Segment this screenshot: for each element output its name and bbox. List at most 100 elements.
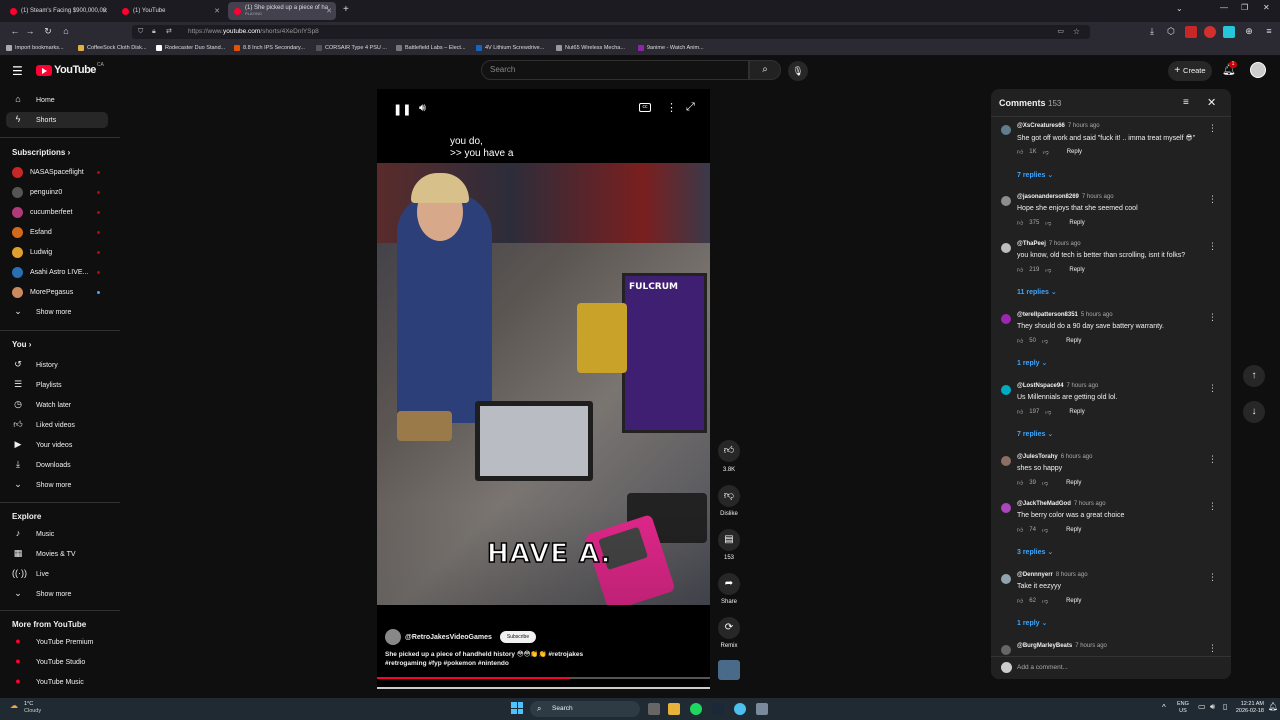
audio-track-thumbnail[interactable] (718, 660, 740, 680)
notification-center-icon[interactable]: 🔔︎ (1268, 702, 1278, 711)
close-icon[interactable]: ✕ (1207, 96, 1216, 109)
reply-button[interactable]: Reply (1066, 338, 1081, 344)
channel-avatar[interactable] (385, 629, 401, 645)
extensions-icon[interactable]: ⬡ (1165, 26, 1177, 37)
thumbs-down-icon[interactable]: 👎︎ (1045, 266, 1051, 274)
reply-button[interactable]: Reply (1067, 149, 1082, 155)
sidebar-item-liked-videos[interactable]: 👍︎ Liked videos (6, 417, 108, 433)
extension-icon[interactable]: ⊕ (1243, 26, 1255, 37)
pause-icon[interactable]: ❚❚ (393, 103, 411, 116)
sort-icon[interactable]: ≡ (1183, 97, 1189, 108)
more-options-icon[interactable]: ⋮ (666, 101, 677, 114)
browser-tab[interactable]: (1) Steam's Facing $900,000,00 ✕ (4, 2, 112, 20)
thumbs-up-icon[interactable]: 👍︎ (1017, 597, 1023, 605)
commenter-avatar[interactable] (1001, 196, 1011, 206)
thumbs-up-icon[interactable]: 👍︎ (1017, 479, 1023, 487)
thumbs-up-icon[interactable]: 👍︎ (1017, 337, 1023, 345)
reply-button[interactable]: Reply (1066, 480, 1081, 486)
fullscreen-icon[interactable]: ⤢ (686, 101, 695, 114)
view-replies-button[interactable]: 7 replies ⌄ (1017, 430, 1053, 438)
menu-icon[interactable]: ≡ (1263, 26, 1275, 36)
tray-chevron-icon[interactable]: ^ (1162, 703, 1166, 712)
reply-button[interactable]: Reply (1066, 527, 1081, 533)
weather-widget[interactable]: 1°C Cloudy (24, 701, 41, 715)
youtube-logo[interactable]: YouTube CA (36, 62, 104, 76)
sidebar-item-downloads[interactable]: ⤓ Downloads (6, 457, 108, 473)
reload-icon[interactable]: ↻ (42, 26, 54, 37)
sidebar-item-home[interactable]: ⌂ Home (6, 92, 108, 108)
forward-icon[interactable]: → (24, 26, 36, 36)
sidebar-item-live[interactable]: ((·)) Live (6, 566, 108, 582)
clock[interactable]: 12:21 AM 2026-02-18 (1232, 701, 1264, 715)
thumbs-up-icon[interactable]: 👍︎ (1017, 266, 1023, 274)
sidebar-item-youtube-studio[interactable]: ● YouTube Studio (6, 654, 108, 670)
sidebar-item-subscription[interactable]: Asahi Astro LIVE... (6, 264, 108, 280)
home-icon[interactable]: ⌂ (60, 26, 72, 36)
like-button[interactable]: 👍︎ (718, 440, 740, 462)
comment-author[interactable]: @XsCreatures66 7 hours ago (1017, 123, 1100, 129)
voice-search-button[interactable]: 🎙︎ (788, 61, 808, 81)
bookmark-item[interactable]: CORSAIR Type 4 PSU ... (316, 45, 387, 51)
comment-more-icon[interactable]: ⋮ (1208, 572, 1217, 583)
video-frame[interactable]: FULCRUM HAVE A. (377, 163, 710, 605)
thumbs-down-icon[interactable]: 👎︎ (1045, 219, 1051, 227)
comment-author[interactable]: @BurgMarleyBeats 7 hours ago (1017, 643, 1107, 649)
sidebar-item-your-videos[interactable]: ▶ Your videos (6, 437, 108, 453)
view-replies-button[interactable]: 1 reply ⌄ (1017, 619, 1047, 627)
view-replies-button[interactable]: 7 replies ⌄ (1017, 171, 1053, 179)
search-button[interactable]: ⌕ (749, 60, 781, 80)
sidebar-item-subscription[interactable]: NASASpaceflight (6, 164, 108, 180)
channel-name[interactable]: @RetroJakesVideoGames (405, 634, 492, 641)
close-tab-icon[interactable]: ✕ (214, 7, 220, 15)
sidebar-item-subscription[interactable]: Esfand (6, 224, 108, 240)
previous-short-button[interactable]: ↑ (1243, 365, 1265, 387)
avatar[interactable] (1250, 62, 1266, 78)
view-replies-button[interactable]: 11 replies ⌄ (1017, 288, 1057, 296)
extension-icon[interactable] (1185, 26, 1197, 38)
browser-tab-active[interactable]: (1) She picked up a piece of ha PLAYING ✕ (228, 2, 336, 20)
bookmark-star-icon[interactable]: ☆ (1073, 25, 1080, 39)
comment-author[interactable]: @LostNspace94 7 hours ago (1017, 383, 1098, 389)
comment-more-icon[interactable]: ⋮ (1208, 383, 1217, 394)
show-more-button[interactable]: ⌄ Show more (6, 304, 108, 320)
comment-author[interactable]: @JackTheMadGod 7 hours ago (1017, 501, 1106, 507)
comment-more-icon[interactable]: ⋮ (1208, 643, 1217, 654)
new-tab-icon[interactable]: + (343, 4, 349, 15)
view-replies-button[interactable]: 3 replies ⌄ (1017, 548, 1053, 556)
extension-icon[interactable] (1204, 26, 1216, 38)
start-windows-icon[interactable] (511, 702, 523, 714)
commenter-avatar[interactable] (1001, 243, 1011, 253)
show-more-button[interactable]: ⌄ Show more (6, 477, 108, 493)
taskbar-search[interactable]: ⌕ Search (530, 701, 640, 717)
thumbs-down-icon[interactable]: 👎︎ (1042, 337, 1048, 345)
file-explorer-icon[interactable] (668, 703, 680, 715)
share-button[interactable]: ➦ (718, 573, 740, 595)
remix-button[interactable]: ⟳ (718, 617, 740, 639)
comment-more-icon[interactable]: ⋮ (1208, 123, 1217, 134)
reply-button[interactable]: Reply (1069, 267, 1084, 273)
close-tab-icon[interactable]: ✕ (102, 7, 108, 15)
sidebar-item-playlists[interactable]: ☰ Playlists (6, 377, 108, 393)
bookmark-item[interactable]: Nut65 Wireless Mecha... (556, 45, 625, 51)
dislike-button[interactable]: 👎︎ (718, 485, 740, 507)
next-short-button[interactable]: ↓ (1243, 401, 1265, 423)
sidebar-item-subscription[interactable]: cucumberfeet (6, 204, 108, 220)
volume-icon[interactable]: 🔊︎ (419, 102, 426, 115)
downloads-icon[interactable]: ⤓ (1146, 26, 1158, 37)
minimize-icon[interactable]: — (1220, 3, 1228, 12)
bookmark-item[interactable]: 9anime - Watch Anim... (638, 45, 704, 51)
browser-icon[interactable] (734, 703, 746, 715)
thumbs-up-icon[interactable]: 👍︎ (1017, 219, 1023, 227)
bookmark-item[interactable]: Battlefield Labs – Elect... (396, 45, 466, 51)
commenter-avatar[interactable] (1001, 385, 1011, 395)
sidebar-item-youtube-premium[interactable]: ● YouTube Premium (6, 634, 108, 650)
sidebar-item-music[interactable]: ♪ Music (6, 526, 108, 542)
app-icon[interactable] (756, 703, 768, 715)
show-more-button[interactable]: ⌄ Show more (6, 586, 108, 602)
sidebar-item-subscription[interactable]: Ludwig (6, 244, 108, 260)
reply-button[interactable]: Reply (1069, 409, 1084, 415)
commenter-avatar[interactable] (1001, 574, 1011, 584)
bookmark-item[interactable]: 8.8 Inch IPS Secondary... (234, 45, 305, 51)
comment-more-icon[interactable]: ⋮ (1208, 241, 1217, 252)
comment-more-icon[interactable]: ⋮ (1208, 312, 1217, 323)
